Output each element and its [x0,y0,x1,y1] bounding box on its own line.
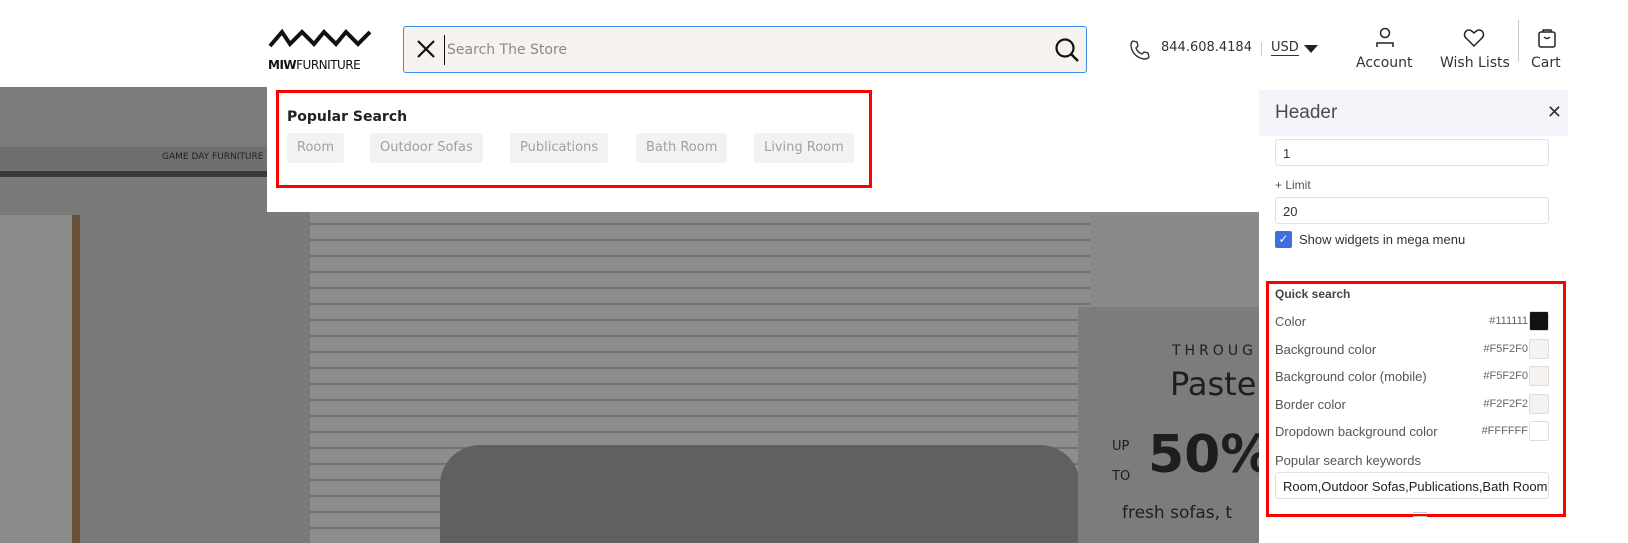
phone-icon [1130,40,1150,60]
background-color-label: Background color [1275,342,1377,357]
user-icon [1376,27,1394,47]
panel-header: Header ✕ [1259,90,1568,136]
account-button[interactable]: Account [1352,26,1418,76]
popular-keywords-label: Popular search keywords [1275,453,1421,468]
color-label: Color [1275,314,1307,329]
banner-to: TO [1112,469,1131,484]
quick-search-title: Quick search [1275,287,1351,301]
popular-keyword-chip[interactable]: Bath Room [636,133,728,163]
logo-mark-icon [268,28,372,48]
setting-input[interactable]: 1 [1275,139,1549,166]
search-input[interactable] [444,35,1034,65]
banner-line1: THROUG [1172,343,1257,359]
popular-keyword-chip[interactable]: Publications [510,133,609,163]
hero-window [0,215,80,543]
background-color-mobile-swatch[interactable] [1529,366,1549,386]
close-icon[interactable] [414,37,438,61]
logo[interactable]: MIWFURNITURE [268,28,373,74]
show-widgets-checkbox[interactable]: ✓ [1275,231,1292,248]
background-color-mobile-hex: #F5F2F0 [1483,370,1528,382]
promo-banner[interactable]: THROUG Paste UP TO 50% fresh sofas, t [1078,307,1259,543]
currency-selector[interactable]: USD [1271,40,1299,56]
wishlist-button[interactable]: Wish Lists [1438,26,1510,76]
popular-search-title: Popular Search [287,109,408,125]
limit-label: + Limit [1275,178,1311,192]
banner-percent: 50% [1148,425,1259,485]
border-color-hex: #F2F2F2 [1483,398,1528,410]
border-color-label: Border color [1275,397,1346,412]
color-swatch[interactable] [1529,311,1549,331]
heart-icon [1463,29,1485,48]
dropdown-background-color-hex: #FFFFFF [1481,425,1528,437]
popular-keywords-input[interactable]: Room,Outdoor Sofas,Publications,Bath Roo… [1275,472,1549,499]
divider [1261,42,1262,56]
limit-input[interactable]: 20 [1275,197,1549,224]
background-color-hex: #F5F2F0 [1483,343,1528,355]
popular-keyword-chip[interactable]: Outdoor Sofas [370,133,483,163]
background-color-swatch[interactable] [1529,339,1549,359]
close-icon[interactable]: ✕ [1547,102,1562,123]
caret-down-icon[interactable] [1304,45,1318,53]
popular-keyword-chip[interactable]: Room [287,133,345,163]
hero-sofa [440,445,1080,543]
banner-line2: Paste [1170,365,1257,403]
dropdown-background-color-label: Dropdown background color [1275,424,1438,439]
dropdown-background-color-swatch[interactable] [1529,421,1549,441]
site-header: MIWFURNITURE 844.608.4184 USD Account Wi… [0,0,1628,87]
popular-keyword-chip[interactable]: Living Room [754,133,854,163]
shopping-bag-icon [1538,29,1556,48]
divider [1518,20,1519,62]
logo-text: MIWFURNITURE [268,58,361,72]
cart-button[interactable]: Cart [1528,26,1568,76]
show-widgets-label: Show widgets in mega menu [1299,232,1466,247]
settings-panel: Header ✕ 1 + Limit 20 ✓ Show widgets in … [1259,87,1568,543]
nav-item-game-day-furniture[interactable]: GAME DAY FURNITURE [162,152,263,162]
border-color-swatch[interactable] [1529,394,1549,414]
color-hex: #111111 [1489,315,1528,327]
panel-title: Header [1275,102,1338,123]
search-icon[interactable] [1054,37,1080,63]
banner-up: UP [1112,439,1130,454]
resize-handle-icon[interactable] [1413,512,1427,517]
phone-number[interactable]: 844.608.4184 [1161,40,1252,55]
banner-subtitle: fresh sofas, t [1122,503,1233,523]
background-color-mobile-label: Background color (mobile) [1275,369,1427,384]
search-bar [403,26,1087,73]
